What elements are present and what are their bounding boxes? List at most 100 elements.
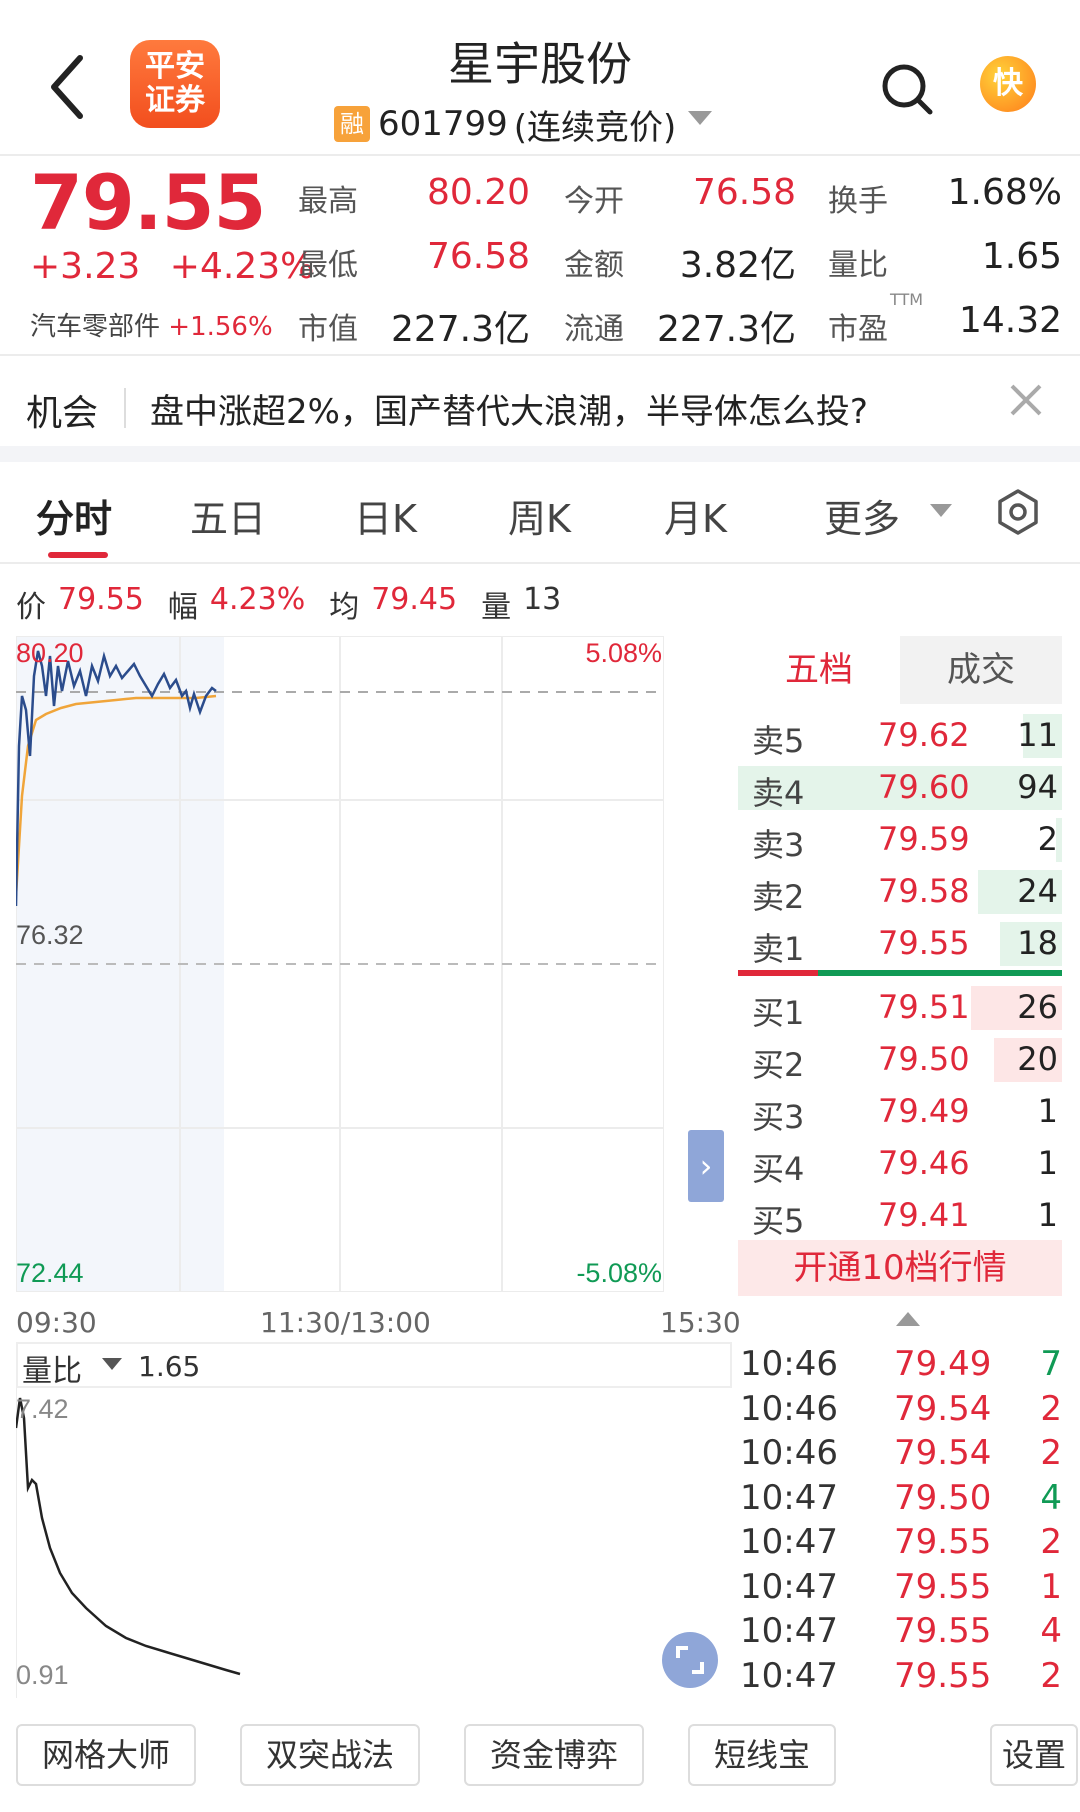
trade-row: 10:47 79.55 2: [740, 1656, 1064, 1700]
ttm-label: TTM: [890, 290, 924, 309]
indicator-selector[interactable]: 量比: [22, 1346, 82, 1390]
ask-row[interactable]: 卖1 79.55 18: [738, 918, 1062, 970]
divider: [0, 354, 1080, 356]
level-volume: 2: [1037, 820, 1058, 858]
tab-monthly-k[interactable]: 月K: [664, 488, 727, 543]
open-10-level-button[interactable]: 开通10档行情: [738, 1240, 1062, 1296]
chevron-down-icon[interactable]: [930, 504, 952, 517]
level-volume: 18: [1017, 924, 1058, 962]
volume-ratio-chart[interactable]: 7.42 0.91: [16, 1388, 664, 1698]
vr-axis-bottom: 0.91: [16, 1660, 69, 1690]
ask-row[interactable]: 卖2 79.58 24: [738, 866, 1062, 918]
tab-weekly-k[interactable]: 周K: [508, 488, 571, 543]
tab-five-levels[interactable]: 五档: [738, 636, 900, 704]
level-volume: 20: [1017, 1040, 1058, 1078]
expand-icon[interactable]: [662, 1632, 718, 1688]
volume-ratio-line: [16, 1397, 241, 1676]
stat-label: 今开: [564, 184, 624, 219]
stock-name: 星宇股份: [448, 37, 632, 91]
stat-value: 1.65: [981, 236, 1062, 277]
trade-row: 10:46 79.49 7: [740, 1344, 1064, 1388]
margin-badge: 融: [334, 106, 370, 142]
tab-more[interactable]: 更多: [824, 488, 900, 543]
intraday-chart[interactable]: 80.20 76.32 72.44 5.08% -5.08%: [16, 636, 664, 1292]
bid-row[interactable]: 买3 79.49 1: [738, 1086, 1062, 1138]
kuai-icon[interactable]: 快: [980, 56, 1036, 112]
opportunity-headline[interactable]: 盘中涨超2%，国产替代大浪潮，半导体怎么投?: [150, 384, 868, 433]
stat-label: 市盈: [828, 312, 888, 347]
y-axis-bottom: 72.44: [16, 1258, 84, 1288]
double-breakout-button[interactable]: 双突战法: [240, 1724, 420, 1786]
stat-value: 14.32: [958, 300, 1062, 341]
ask-row[interactable]: 卖4 79.60 94: [738, 762, 1062, 814]
trade-time: 10:47: [740, 1522, 838, 1562]
level-volume: 26: [1017, 988, 1058, 1026]
settings-button[interactable]: 设置: [990, 1724, 1078, 1786]
brand-logo-line1: 平安: [145, 49, 205, 84]
y-axis-mid: 76.32: [16, 920, 84, 950]
trade-volume: 2: [1040, 1388, 1062, 1429]
trade-row: 10:47 79.50 4: [740, 1478, 1064, 1522]
tab-trades[interactable]: 成交: [900, 636, 1062, 704]
tab-five-day[interactable]: 五日: [190, 488, 266, 543]
level-volume: 24: [1017, 872, 1058, 910]
chevron-down-icon[interactable]: [102, 1358, 122, 1370]
bid-row[interactable]: 买2 79.50 20: [738, 1034, 1062, 1086]
trade-volume: 4: [1040, 1477, 1062, 1518]
chevron-down-icon: [688, 111, 713, 125]
trade-time: 10:46: [740, 1344, 838, 1384]
trade-price: 79.55: [894, 1566, 992, 1607]
ask-row[interactable]: 卖3 79.59 2: [738, 814, 1062, 866]
level-price: 79.51: [878, 988, 970, 1026]
bid-row[interactable]: 买4 79.46 1: [738, 1138, 1062, 1190]
level-label: 卖5: [752, 722, 805, 760]
current-price: 79.55: [30, 158, 266, 247]
trade-row: 10:46 79.54 2: [740, 1433, 1064, 1477]
trade-price: 79.50: [894, 1477, 992, 1518]
tab-daily-k[interactable]: 日K: [354, 488, 417, 543]
info-range-label: 幅: [167, 590, 198, 625]
gear-icon[interactable]: [994, 488, 1042, 536]
sector-info[interactable]: 汽车零部件 +1.56%: [30, 306, 273, 343]
stat-label: 市值: [298, 312, 358, 347]
level-label: 卖2: [752, 878, 805, 916]
back-arrow-icon[interactable]: [48, 52, 88, 122]
tab-intraday[interactable]: 分时: [36, 488, 112, 543]
stat-label: 最高: [298, 184, 358, 219]
spread-indicator-red: [738, 970, 818, 976]
level-price: 79.60: [878, 768, 970, 806]
info-price: 79.55: [58, 582, 144, 617]
level-label: 卖1: [752, 930, 805, 968]
trade-time: 10:47: [740, 1477, 838, 1518]
ask-row[interactable]: 卖5 79.62 11: [738, 710, 1062, 762]
level-volume: 1: [1037, 1144, 1058, 1182]
level-price: 79.58: [878, 872, 970, 910]
y-axis-top: 80.20: [16, 638, 84, 668]
stat-value: 80.20: [426, 172, 530, 213]
trade-row: 10:47 79.55 2: [740, 1522, 1064, 1566]
trade-price: 79.55: [894, 1522, 992, 1562]
stat-value: 227.3亿: [656, 309, 796, 350]
chevron-right-icon[interactable]: ›: [688, 1130, 724, 1202]
scroll-up-icon[interactable]: [896, 1312, 920, 1326]
stat-label: 量比: [828, 248, 888, 283]
level-volume: 94: [1017, 768, 1058, 806]
stock-code-selector[interactable]: 融 601799 (连续竞价): [334, 100, 713, 148]
search-icon[interactable]: [880, 62, 934, 116]
grid-master-button[interactable]: 网格大师: [16, 1724, 196, 1786]
capital-game-button[interactable]: 资金博弈: [464, 1724, 644, 1786]
info-avg: 79.45: [371, 582, 458, 617]
bid-row[interactable]: 买5 79.41 1: [738, 1190, 1062, 1242]
close-icon[interactable]: [1006, 380, 1046, 420]
info-range: 4.23%: [209, 582, 306, 617]
change-value: +3.23: [30, 246, 141, 287]
level-volume: 1: [1037, 1196, 1058, 1234]
bid-row[interactable]: 买1 79.51 26: [738, 982, 1062, 1034]
stat-value: 227.3亿: [390, 309, 530, 350]
stat-label: 金额: [564, 248, 624, 283]
level-label: 买4: [752, 1150, 805, 1188]
info-vol: 13: [523, 582, 562, 617]
level-label: 买5: [752, 1202, 805, 1240]
trade-price: 79.54: [894, 1433, 992, 1473]
short-term-button[interactable]: 短线宝: [688, 1724, 836, 1786]
